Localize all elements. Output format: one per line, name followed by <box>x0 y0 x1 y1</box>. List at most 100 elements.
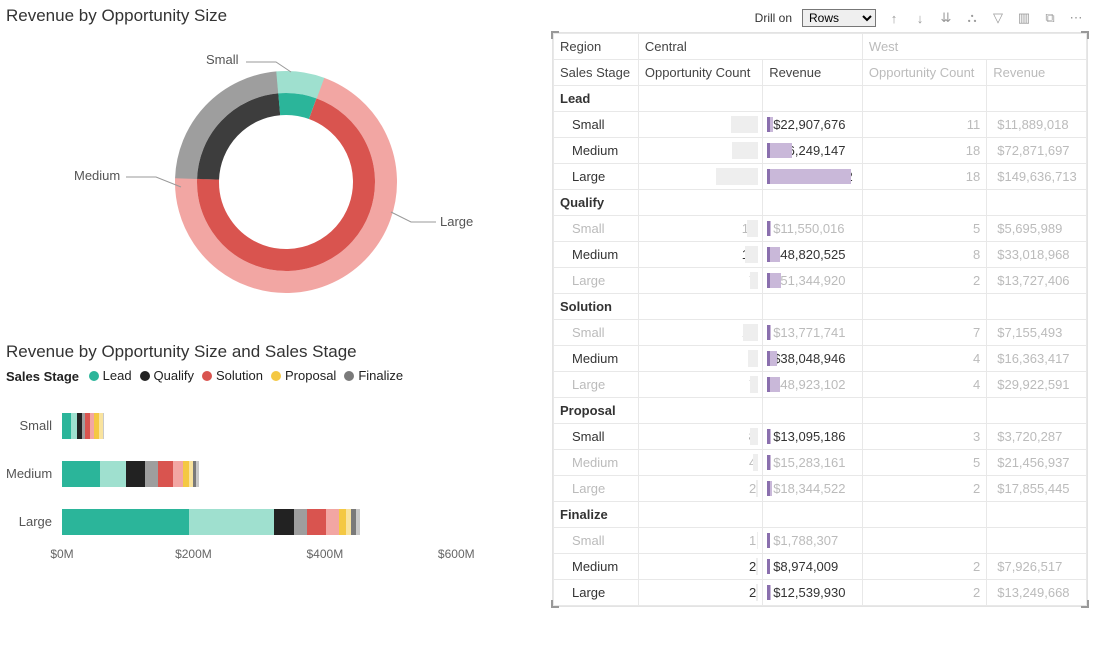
matrix-cell-rev: $48,923,102 <box>763 372 863 398</box>
matrix-cell-rev: $51,344,920 <box>763 268 863 294</box>
donut-chart[interactable]: Small Medium Large <box>66 32 486 322</box>
bar-segment[interactable] <box>294 509 307 535</box>
matrix-header[interactable]: Sales Stage <box>554 60 639 86</box>
bar-row[interactable]: Medium <box>6 450 526 498</box>
matrix-row[interactable]: Small26$22,907,67611$11,889,018 <box>554 112 1087 138</box>
bar-segment[interactable] <box>158 461 173 487</box>
matrix-row[interactable]: Large2$18,344,5222$17,855,445 <box>554 476 1087 502</box>
matrix-cell-opp: 5 <box>862 216 986 242</box>
matrix-cell-rev: $48,820,525 <box>763 242 863 268</box>
bar-segment[interactable] <box>274 509 294 535</box>
matrix-row[interactable]: Small8$13,095,1863$3,720,287 <box>554 424 1087 450</box>
matrix-row-label: Small <box>554 528 639 554</box>
drill-up-icon[interactable]: ↑ <box>886 10 902 26</box>
chart2-x-axis: $0M$200M$400M$600M <box>62 546 546 576</box>
legend-label: Solution <box>216 368 263 383</box>
bar-row[interactable]: Small <box>6 402 526 450</box>
matrix-row[interactable]: Small10$11,550,0165$5,695,989 <box>554 216 1087 242</box>
matrix-row[interactable]: Medium4$15,283,1615$21,456,937 <box>554 450 1087 476</box>
more-options-icon[interactable]: ⋯ <box>1068 10 1084 26</box>
matrix-header-region[interactable]: Central <box>638 34 862 60</box>
focus-mode-icon[interactable]: ▥ <box>1016 10 1032 26</box>
bar-segment[interactable] <box>326 509 339 535</box>
expand-down-icon[interactable]: ⇊ <box>938 10 954 26</box>
matrix-group-head[interactable]: Finalize <box>554 502 639 528</box>
matrix-cell-opp: 12 <box>638 242 762 268</box>
filter-icon[interactable]: ▽ <box>990 10 1006 26</box>
matrix-cell-rev: $17,855,445 <box>987 476 1087 502</box>
matrix-row[interactable]: Large7$48,923,1024$29,922,591 <box>554 372 1087 398</box>
bar-row[interactable]: Large <box>6 498 526 546</box>
matrix-group-head[interactable]: Qualify <box>554 190 639 216</box>
bar-segment[interactable] <box>100 461 125 487</box>
matrix-cell-opp: 4 <box>862 346 986 372</box>
matrix-row-label: Large <box>554 164 639 190</box>
matrix-row[interactable]: Large7$51,344,9202$13,727,406 <box>554 268 1087 294</box>
bar-segment[interactable] <box>356 509 359 535</box>
legend-swatch-icon <box>202 371 212 381</box>
matrix-cell-rev: $33,018,968 <box>987 242 1087 268</box>
bar-segment[interactable] <box>339 509 346 535</box>
matrix-row-label: Large <box>554 580 639 606</box>
matrix-cell-rev: $5,695,989 <box>987 216 1087 242</box>
matrix-header-measure[interactable]: Opportunity Count <box>862 60 986 86</box>
legend-item[interactable]: Finalize <box>344 368 403 383</box>
legend-item[interactable]: Solution <box>202 368 263 383</box>
bar-segment[interactable] <box>196 461 198 487</box>
matrix-row[interactable]: Medium2$8,974,0092$7,926,517 <box>554 554 1087 580</box>
bar-segment[interactable] <box>126 461 145 487</box>
matrix-row[interactable]: Small1$1,788,307 <box>554 528 1087 554</box>
matrix-row[interactable]: Medium12$48,820,5258$33,018,968 <box>554 242 1087 268</box>
expand-all-icon[interactable]: ⛬ <box>964 10 980 26</box>
matrix-cell-rev: $13,727,406 <box>987 268 1087 294</box>
bar-track <box>62 509 526 535</box>
matrix-header-region[interactable]: West <box>862 34 1086 60</box>
legend-item[interactable]: Lead <box>89 368 132 383</box>
drill-on-select[interactable]: RowsColumns <box>802 9 876 27</box>
bar-segment[interactable] <box>307 509 326 535</box>
matrix-cell-opp: 7 <box>638 372 762 398</box>
matrix-cell-rev: $13,095,186 <box>763 424 863 450</box>
bar-segment[interactable] <box>62 413 71 439</box>
matrix-cell-opp: 2 <box>862 554 986 580</box>
matrix-cell-rev: $38,048,946 <box>763 346 863 372</box>
matrix-header[interactable]: Region <box>554 34 639 60</box>
matrix-cell-opp: 13 <box>638 320 762 346</box>
popout-icon[interactable]: ⧉ <box>1042 10 1058 26</box>
matrix-group-head[interactable]: Lead <box>554 86 639 112</box>
matrix-header-measure[interactable]: Revenue <box>763 60 863 86</box>
matrix-header-measure[interactable]: Revenue <box>987 60 1087 86</box>
legend-item[interactable]: Proposal <box>271 368 336 383</box>
stacked-bar-chart[interactable]: Small Medium Large <box>6 402 526 546</box>
bar-category-label: Medium <box>6 466 62 481</box>
legend-swatch-icon <box>271 371 281 381</box>
bar-segment[interactable] <box>145 461 158 487</box>
matrix-cell-opp <box>862 528 986 554</box>
matrix-cell-opp: 26 <box>638 112 762 138</box>
matrix-cell-rev: $72,871,697 <box>987 138 1087 164</box>
bar-category-label: Large <box>6 514 62 529</box>
matrix-row[interactable]: Medium25$96,249,14718$72,871,697 <box>554 138 1087 164</box>
matrix-row-label: Medium <box>554 138 639 164</box>
bar-segment[interactable] <box>62 461 100 487</box>
matrix-group-head[interactable]: Solution <box>554 294 639 320</box>
matrix-cell-opp: 4 <box>638 450 762 476</box>
matrix-row[interactable]: Large40$321,876,49218$149,636,713 <box>554 164 1087 190</box>
bar-segment[interactable] <box>189 509 274 535</box>
legend-item[interactable]: Qualify <box>140 368 194 383</box>
matrix-header-measure[interactable]: Opportunity Count <box>638 60 762 86</box>
bar-track <box>62 413 526 439</box>
drill-down-icon[interactable]: ↓ <box>912 10 928 26</box>
bar-segment[interactable] <box>103 413 104 439</box>
matrix-row[interactable]: Small13$13,771,7417$7,155,493 <box>554 320 1087 346</box>
bar-segment[interactable] <box>173 461 183 487</box>
matrix-row[interactable]: Large2$12,539,9302$13,249,668 <box>554 580 1087 606</box>
matrix-visual[interactable]: RegionCentralWestSales StageOpportunity … <box>552 32 1088 607</box>
matrix-cell-opp: 5 <box>862 450 986 476</box>
matrix-cell-opp: 1 <box>638 528 762 554</box>
matrix-cell-rev: $7,926,517 <box>987 554 1087 580</box>
bar-segment[interactable] <box>62 509 189 535</box>
matrix-group-head[interactable]: Proposal <box>554 398 639 424</box>
matrix-row[interactable]: Medium9$38,048,9464$16,363,417 <box>554 346 1087 372</box>
legend-label: Qualify <box>154 368 194 383</box>
